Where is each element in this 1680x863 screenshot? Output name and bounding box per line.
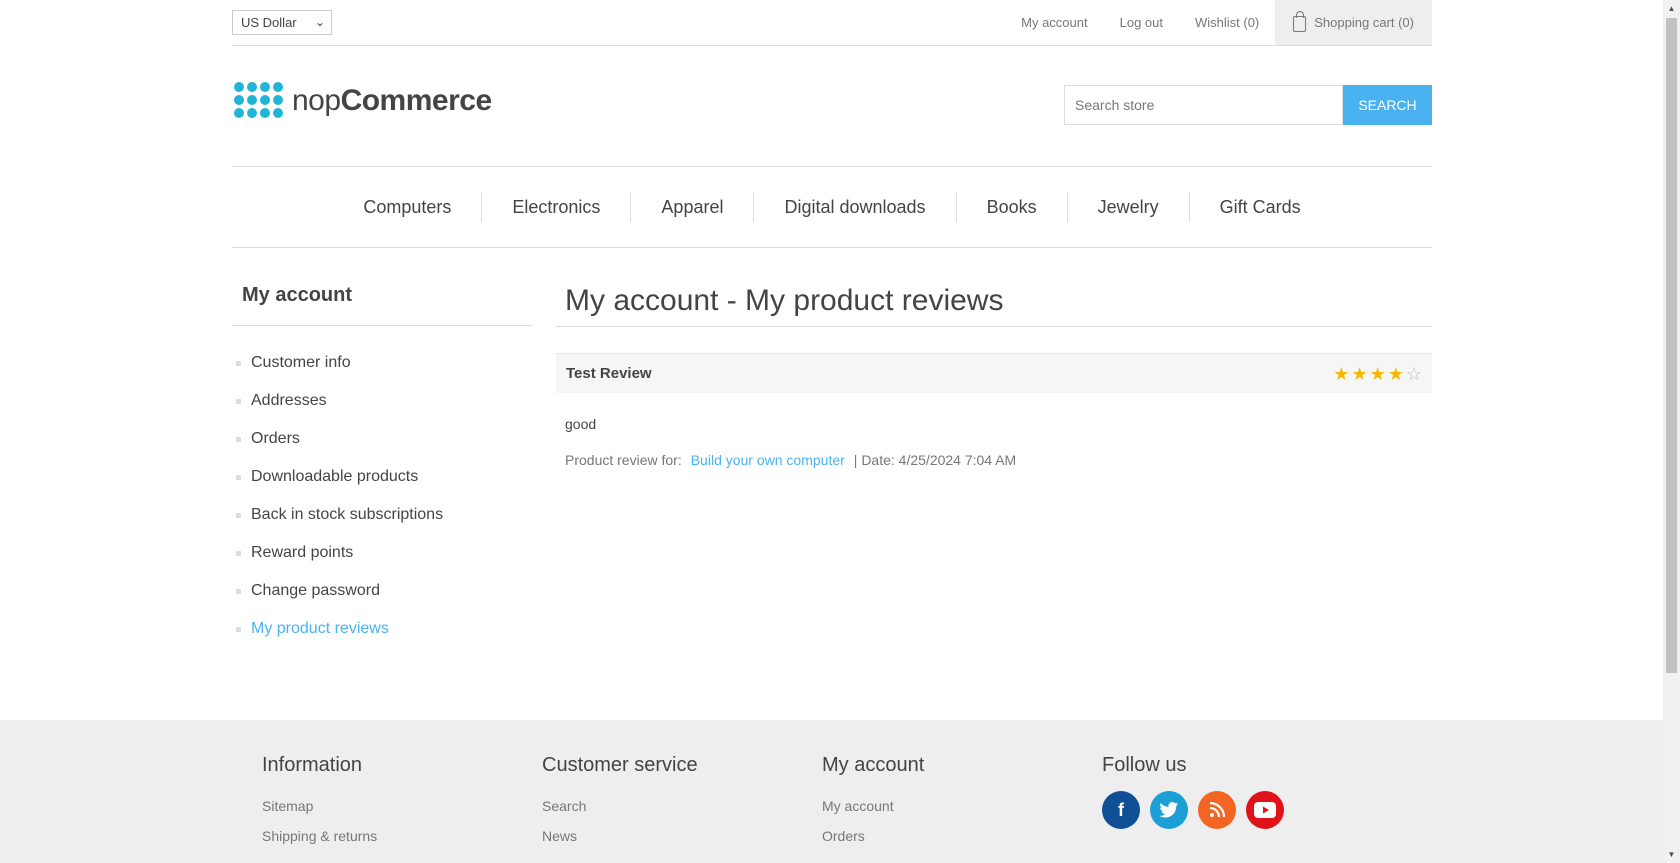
review-info: Product review for: Build your own compu… (565, 452, 1016, 468)
my-account-link[interactable]: My account (1005, 0, 1103, 45)
side-title: My account (232, 284, 532, 326)
side-item-reward-points[interactable]: Reward points (236, 534, 443, 572)
rating-stars: ★ ★ ★ ★ ☆ (1333, 365, 1422, 383)
footer-customer-service-title: Customer service (542, 754, 698, 776)
review-title-bar: Test Review ★ ★ ★ ★ ☆ (556, 353, 1432, 393)
log-out-link[interactable]: Log out (1104, 0, 1179, 45)
nav-item-electronics[interactable]: Electronics (481, 192, 630, 222)
chevron-down-icon: ⌄ (314, 15, 325, 29)
logo-text: nopCommerce (292, 83, 492, 117)
page-scrollbar[interactable]: ▲ ▼ (1663, 0, 1680, 863)
shopping-cart-label: Shopping cart (0) (1314, 15, 1414, 30)
side-item-downloadable-products[interactable]: Downloadable products (236, 458, 443, 496)
scroll-down-icon[interactable]: ▼ (1663, 846, 1680, 863)
search-input[interactable]: Search store (1064, 85, 1343, 125)
account-navigation: Customer info Addresses Orders Downloada… (236, 344, 443, 648)
nav-item-books[interactable]: Books (955, 192, 1067, 222)
bullet-icon (236, 474, 241, 480)
side-item-customer-info[interactable]: Customer info (236, 344, 443, 382)
social-links: f (1102, 791, 1284, 829)
facebook-icon[interactable]: f (1102, 791, 1140, 829)
footer-follow-us: Follow us f (1102, 754, 1284, 829)
bullet-icon (236, 626, 241, 632)
review-text: good (565, 416, 597, 432)
shopping-bag-icon (1293, 10, 1307, 32)
title-divider (556, 326, 1432, 327)
review-product-link[interactable]: Build your own computer (691, 452, 845, 468)
search-button[interactable]: SEARCH (1343, 85, 1432, 125)
logo-dots-icon (234, 82, 284, 119)
currency-value: US Dollar (241, 15, 297, 30)
footer: Information Sitemap Shipping & returns C… (0, 720, 1663, 863)
page-title: My account - My product reviews (565, 284, 1004, 317)
youtube-icon[interactable] (1246, 791, 1284, 829)
scrollbar-thumb[interactable] (1666, 18, 1677, 673)
footer-link-my-account[interactable]: My account (822, 791, 924, 821)
footer-link-orders[interactable]: Orders (822, 821, 924, 851)
header-links-bar: US Dollar ⌄ My account Log out Wishlist … (232, 0, 1432, 46)
review-date: | Date: 4/25/2024 7:04 AM (853, 452, 1017, 468)
footer-link-search[interactable]: Search (542, 791, 698, 821)
nav-item-apparel[interactable]: Apparel (630, 192, 753, 222)
footer-follow-title: Follow us (1102, 754, 1187, 776)
side-item-back-in-stock[interactable]: Back in stock subscriptions (236, 496, 443, 534)
star-filled-icon: ★ (1351, 363, 1368, 384)
top-menu: Computers Electronics Apparel Digital do… (232, 166, 1432, 248)
bullet-icon (236, 360, 241, 366)
star-filled-icon: ★ (1333, 363, 1350, 384)
bullet-icon (236, 436, 241, 442)
star-empty-icon: ☆ (1405, 363, 1422, 384)
footer-information-title: Information (262, 754, 363, 776)
page: US Dollar ⌄ My account Log out Wishlist … (0, 0, 1663, 863)
star-filled-icon: ★ (1387, 363, 1404, 384)
bullet-icon (236, 550, 241, 556)
footer-link-shipping[interactable]: Shipping & returns (262, 821, 377, 851)
star-filled-icon: ★ (1369, 363, 1386, 384)
footer-my-account: My account My account Orders (822, 754, 924, 851)
nav-item-gift-cards[interactable]: Gift Cards (1188, 192, 1331, 222)
footer-link-sitemap[interactable]: Sitemap (262, 791, 377, 821)
side-item-orders[interactable]: Orders (236, 420, 443, 458)
bullet-icon (236, 398, 241, 404)
side-item-addresses[interactable]: Addresses (236, 382, 443, 420)
nav-item-computers[interactable]: Computers (333, 192, 481, 222)
nav-item-digital-downloads[interactable]: Digital downloads (753, 192, 955, 222)
bullet-icon (236, 588, 241, 594)
side-item-change-password[interactable]: Change password (236, 572, 443, 610)
review-for-label: Product review for: (565, 452, 682, 468)
wishlist-link[interactable]: Wishlist (0) (1179, 0, 1275, 45)
scroll-up-icon[interactable]: ▲ (1663, 0, 1680, 17)
footer-link-news[interactable]: News (542, 821, 698, 851)
side-item-my-product-reviews[interactable]: My product reviews (236, 610, 443, 648)
footer-my-account-title: My account (822, 754, 925, 776)
site-logo[interactable]: nopCommerce (234, 82, 492, 119)
twitter-icon[interactable] (1150, 791, 1188, 829)
bullet-icon (236, 512, 241, 518)
rss-icon[interactable] (1198, 791, 1236, 829)
header-links: My account Log out Wishlist (0) Shopping… (1005, 0, 1432, 45)
footer-information: Information Sitemap Shipping & returns (262, 754, 377, 851)
nav-item-jewelry[interactable]: Jewelry (1066, 192, 1189, 222)
footer-customer-service: Customer service Search News (542, 754, 698, 851)
review-title: Test Review (566, 365, 652, 382)
currency-selector[interactable]: US Dollar ⌄ (232, 10, 332, 35)
search-box: Search store SEARCH (1064, 85, 1432, 125)
shopping-cart-link[interactable]: Shopping cart (0) (1275, 0, 1432, 45)
